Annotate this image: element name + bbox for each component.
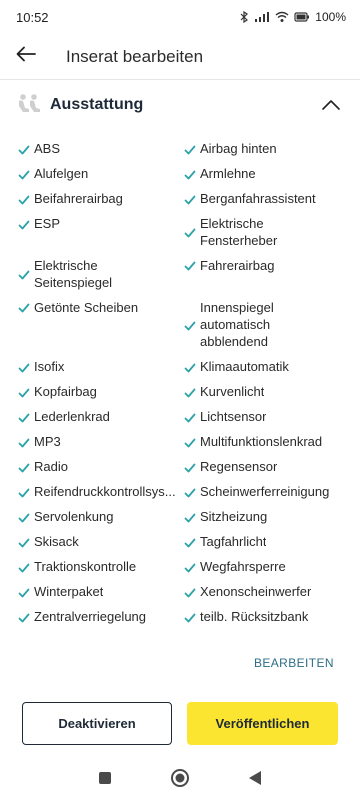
feature-item: Fahrerairbag — [184, 257, 344, 274]
check-icon — [184, 536, 196, 548]
feature-item: Xenonscheinwerfer — [184, 583, 344, 600]
feature-item: teilb. Rücksitzbank — [184, 608, 344, 625]
feature-item: Regensensor — [184, 458, 344, 475]
check-icon — [184, 143, 196, 155]
feature-item: Tagfahrlicht — [184, 533, 344, 550]
check-icon — [184, 511, 196, 523]
feature-item: Beifahrerairbag — [18, 190, 180, 207]
feature-item: Radio — [18, 458, 180, 475]
feature-item: ABS — [18, 140, 180, 157]
feature-item: Innenspiegel automatisch abblendend — [184, 299, 344, 350]
check-icon — [18, 268, 30, 280]
feature-item: Traktionskontrolle — [18, 558, 180, 575]
feature-item: ESP — [18, 215, 180, 232]
bluetooth-icon — [240, 11, 249, 23]
feature-item: Elektrische Fensterheber — [184, 215, 344, 249]
page-title: Inserat bearbeiten — [66, 46, 204, 66]
check-icon — [184, 319, 196, 331]
check-icon — [184, 193, 196, 205]
check-icon — [18, 486, 30, 498]
feature-item: Scheinwerferreinigung — [184, 483, 344, 500]
feature-item: Kurvenlicht — [184, 383, 344, 400]
feature-item: Armlehne — [184, 165, 344, 182]
feature-item: Multifunktionslenkrad — [184, 433, 344, 450]
arrow-left-icon — [16, 46, 36, 67]
battery-level: 100% — [315, 10, 346, 24]
check-icon — [18, 386, 30, 398]
check-icon — [18, 411, 30, 423]
deactivate-button[interactable]: Deaktivieren — [22, 702, 172, 745]
check-icon — [184, 226, 196, 238]
check-icon — [184, 411, 196, 423]
edit-link[interactable]: BEARBEITEN — [254, 656, 334, 670]
feature-item: Klimaautomatik — [184, 358, 344, 375]
check-icon — [18, 143, 30, 155]
recent-apps-icon[interactable] — [98, 771, 112, 790]
feature-item: Lederlenkrad — [18, 408, 180, 425]
check-icon — [184, 461, 196, 473]
feature-item: Skisack — [18, 533, 180, 550]
check-icon — [18, 561, 30, 573]
publish-button[interactable]: Veröffentlichen — [187, 702, 338, 745]
check-icon — [18, 536, 30, 548]
status-bar: 10:52 100% — [0, 0, 360, 34]
system-nav-bar — [0, 760, 360, 800]
feature-item: Lichtsensor — [184, 408, 344, 425]
check-icon — [18, 586, 30, 598]
check-icon — [18, 361, 30, 373]
check-icon — [18, 436, 30, 448]
feature-item: Isofix — [18, 358, 180, 375]
check-icon — [18, 461, 30, 473]
home-icon[interactable] — [170, 768, 190, 793]
check-icon — [18, 218, 30, 230]
section-title: Ausstattung — [50, 96, 144, 113]
check-icon — [184, 611, 196, 623]
check-icon — [184, 561, 196, 573]
check-icon — [184, 586, 196, 598]
check-icon — [184, 386, 196, 398]
check-icon — [18, 301, 30, 313]
feature-item: Airbag hinten — [184, 140, 344, 157]
feature-item: Winterpaket — [18, 583, 180, 600]
feature-item: Kopfairbag — [18, 383, 180, 400]
feature-item: MP3 — [18, 433, 180, 450]
feature-item: Elektrische Seitenspiegel — [18, 257, 180, 291]
feature-item: Alufelgen — [18, 165, 180, 182]
feature-item: Servolenkung — [18, 508, 180, 525]
cellular-signal-icon — [254, 11, 270, 23]
status-icons: 100% — [240, 10, 346, 24]
car-seats-icon — [16, 93, 42, 117]
status-time: 10:52 — [16, 9, 49, 25]
check-icon — [18, 168, 30, 180]
wifi-icon — [275, 11, 289, 23]
check-icon — [184, 436, 196, 448]
check-icon — [18, 193, 30, 205]
feature-item: Zentralverriegelung — [18, 608, 180, 625]
check-icon — [184, 361, 196, 373]
feature-item: Reifendruckkontrollsys... — [18, 483, 180, 500]
check-icon — [18, 611, 30, 623]
check-icon — [18, 511, 30, 523]
feature-item: Wegfahrsperre — [184, 558, 344, 575]
feature-item: Berganfahrassistent — [184, 190, 344, 207]
section-header-ausstattung[interactable]: Ausstattung — [0, 82, 360, 128]
check-icon — [184, 486, 196, 498]
check-icon — [184, 259, 196, 271]
check-icon — [184, 168, 196, 180]
battery-icon — [294, 11, 310, 23]
back-button[interactable] — [0, 34, 52, 80]
back-nav-icon[interactable] — [248, 770, 262, 791]
feature-item: Sitzheizung — [184, 508, 344, 525]
feature-item: Getönte Scheiben — [18, 299, 180, 316]
app-bar: Inserat bearbeiten — [0, 34, 360, 80]
chevron-up-icon[interactable] — [320, 94, 342, 116]
